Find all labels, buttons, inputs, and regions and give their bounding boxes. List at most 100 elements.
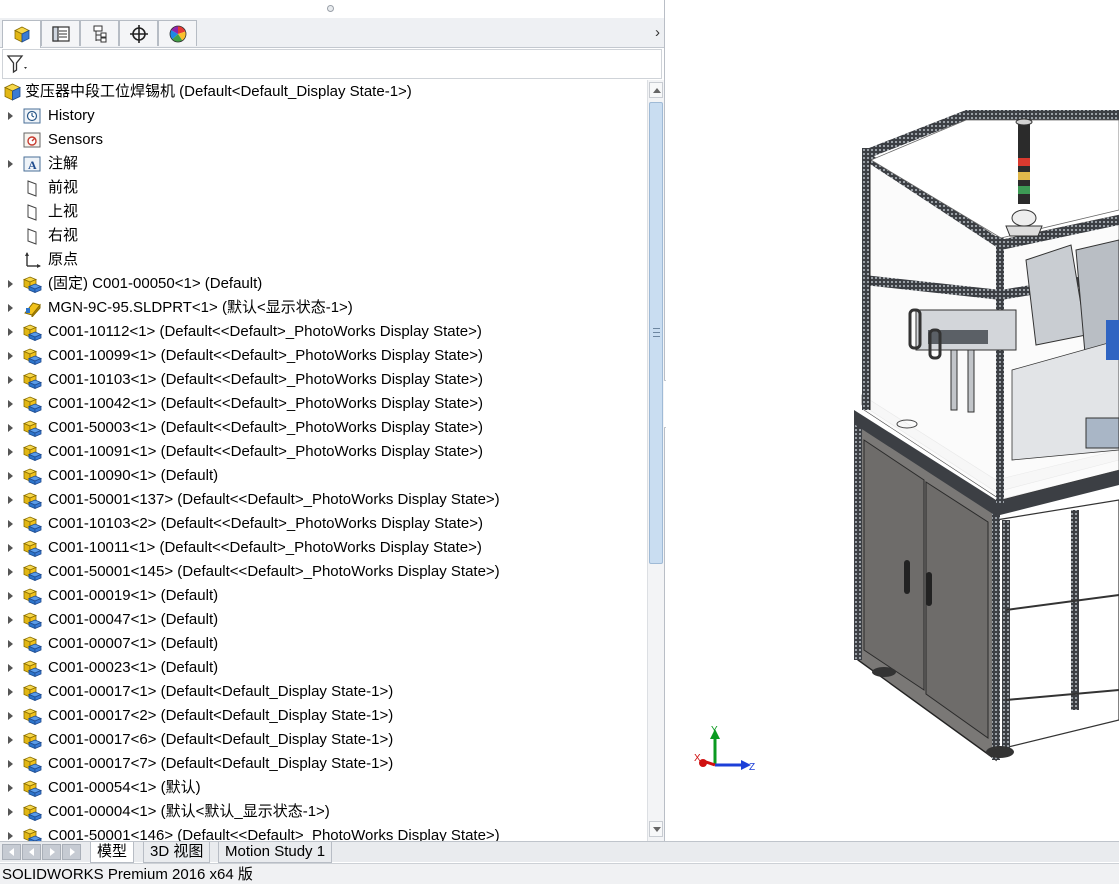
tree-item[interactable]: C001-10112<1> (Default<<Default>_PhotoWo… [0, 320, 647, 344]
tree-item-label: (固定) C001-00050<1> (Default) [48, 275, 263, 292]
expand-arrow-icon[interactable] [6, 782, 14, 794]
expand-arrow-icon[interactable] [6, 446, 14, 458]
scroll-down-button[interactable] [649, 821, 663, 837]
tree-item[interactable]: A 注解 [0, 152, 647, 176]
expand-arrow-icon[interactable] [6, 542, 14, 554]
tree-item[interactable]: C001-00017<2> (Default<Default_Display S… [0, 704, 647, 728]
tree-item[interactable]: C001-10099<1> (Default<<Default>_PhotoWo… [0, 344, 647, 368]
subassembly-icon [22, 755, 43, 774]
tree-item-label: C001-10091<1> (Default<<Default>_PhotoWo… [48, 443, 483, 460]
expand-arrow-icon[interactable] [6, 350, 14, 362]
property-manager-tab[interactable] [41, 20, 80, 46]
tree-item[interactable]: C001-00054<1> (默认) [0, 776, 647, 800]
tree-filter-box[interactable] [2, 49, 662, 79]
expand-arrow-icon[interactable] [6, 614, 14, 626]
expand-arrow-icon[interactable] [6, 710, 14, 722]
tree-item[interactable]: (固定) C001-00050<1> (Default) [0, 272, 647, 296]
plane-icon [23, 203, 42, 221]
history-icon [23, 107, 42, 125]
expand-arrow-icon[interactable] [6, 398, 14, 410]
expand-arrow-icon[interactable] [6, 158, 14, 170]
expand-arrow-icon[interactable] [6, 422, 14, 434]
scroll-up-button[interactable] [649, 82, 663, 98]
tree-item-label: C001-10103<2> (Default<<Default>_PhotoWo… [48, 515, 483, 532]
expand-arrow-icon[interactable] [6, 662, 14, 674]
annotation-icon: A [23, 155, 42, 173]
expand-arrow-icon[interactable] [6, 278, 14, 290]
scrollbar-thumb[interactable] [649, 102, 663, 564]
tree-item[interactable]: C001-50001<146> (Default<<Default>_Photo… [0, 824, 647, 841]
tree-vertical-scrollbar[interactable] [647, 80, 664, 841]
expand-arrow-icon[interactable] [6, 686, 14, 698]
expand-arrow-icon[interactable] [6, 302, 14, 314]
machine-3d-model[interactable] [666, 0, 1119, 841]
tree-item[interactable]: C001-00017<6> (Default<Default_Display S… [0, 728, 647, 752]
tree-item[interactable]: C001-10103<1> (Default<<Default>_PhotoWo… [0, 368, 647, 392]
tree-item[interactable]: Sensors [0, 128, 647, 152]
subassembly-icon [22, 371, 43, 390]
tree-item[interactable]: C001-50001<137> (Default<<Default>_Photo… [0, 488, 647, 512]
tree-item-label: 右视 [48, 227, 79, 244]
tree-item[interactable]: C001-50001<145> (Default<<Default>_Photo… [0, 560, 647, 584]
configuration-manager-tab[interactable] [80, 20, 119, 46]
tree-item[interactable]: 上视 [0, 200, 647, 224]
subassembly-icon [22, 827, 43, 841]
origin-icon [23, 251, 42, 269]
expand-arrow-icon[interactable] [6, 110, 14, 122]
dimxpert-manager-tab[interactable] [119, 20, 158, 46]
tree-item[interactable]: C001-00017<7> (Default<Default_Display S… [0, 752, 647, 776]
featuremanager-design-tree-tab[interactable] [2, 20, 41, 48]
expand-arrow-icon[interactable] [6, 830, 14, 841]
expand-tabs-chevron-icon[interactable]: › [655, 24, 660, 41]
expand-arrow-icon[interactable] [6, 758, 14, 770]
tree-item[interactable]: 右视 [0, 224, 647, 248]
expand-arrow-icon[interactable] [6, 638, 14, 650]
tree-item[interactable]: C001-00019<1> (Default) [0, 584, 647, 608]
tree-item[interactable]: History [0, 104, 647, 128]
tree-item-label: C001-00047<1> (Default) [48, 611, 219, 628]
expand-arrow-icon[interactable] [6, 566, 14, 578]
expand-arrow-icon[interactable] [6, 326, 14, 338]
pane-splitter-handle[interactable] [327, 5, 334, 12]
tab-3d-view[interactable]: 3D 视图 [143, 842, 211, 863]
last-tab-nav-button[interactable] [62, 844, 81, 860]
tree-item-label: C001-00054<1> (默认) [48, 779, 201, 796]
tree-item[interactable]: C001-00004<1> (默认<默认_显示状态-1>) [0, 800, 647, 824]
tree-item[interactable]: C001-10011<1> (Default<<Default>_PhotoWo… [0, 536, 647, 560]
tree-item[interactable]: MGN-9C-95.SLDPRT<1> (默认<显示状态-1>) [0, 296, 647, 320]
tree-item-label: C001-50003<1> (Default<<Default>_PhotoWo… [48, 419, 483, 436]
display-manager-tab[interactable] [158, 20, 197, 46]
tree-item[interactable]: C001-00007<1> (Default) [0, 632, 647, 656]
tree-item[interactable]: C001-00023<1> (Default) [0, 656, 647, 680]
tree-root-item[interactable]: 变压器中段工位焊锡机 (Default<Default_Display Stat… [0, 80, 647, 104]
tree-item[interactable]: C001-10042<1> (Default<<Default>_PhotoWo… [0, 392, 647, 416]
tree-item[interactable]: 原点 [0, 248, 647, 272]
first-tab-nav-button[interactable] [2, 844, 21, 860]
expand-arrow-icon[interactable] [6, 806, 14, 818]
bottom-tab-strip: 模型 3D 视图 Motion Study 1 [0, 841, 1119, 863]
tree-item[interactable]: C001-50003<1> (Default<<Default>_PhotoWo… [0, 416, 647, 440]
tab-motion-study[interactable]: Motion Study 1 [218, 842, 333, 863]
scroll-grip-icon [653, 328, 660, 337]
expand-arrow-icon[interactable] [6, 590, 14, 602]
tree-item[interactable]: C001-10090<1> (Default) [0, 464, 647, 488]
subassembly-icon [22, 491, 43, 510]
expand-arrow-icon[interactable] [6, 734, 14, 746]
tree-item[interactable]: C001-00017<1> (Default<Default_Display S… [0, 680, 647, 704]
prev-tab-nav-button[interactable] [22, 844, 41, 860]
tree-item[interactable]: C001-10103<2> (Default<<Default>_PhotoWo… [0, 512, 647, 536]
expand-arrow-icon[interactable] [6, 518, 14, 530]
filter-funnel-icon[interactable] [6, 54, 30, 74]
tab-model[interactable]: 模型 [90, 842, 135, 863]
tree-item[interactable]: 前视 [0, 176, 647, 200]
graphics-viewport[interactable]: Y X Z [666, 0, 1119, 841]
next-tab-nav-button[interactable] [42, 844, 61, 860]
expand-arrow-icon[interactable] [6, 494, 14, 506]
expand-arrow-icon[interactable] [6, 470, 14, 482]
expand-arrow-icon[interactable] [6, 374, 14, 386]
tree-item[interactable]: C001-00047<1> (Default) [0, 608, 647, 632]
subassembly-icon [22, 419, 43, 438]
tree-item-label: C001-00017<6> (Default<Default_Display S… [48, 731, 394, 748]
triad-x-label: X [694, 753, 701, 764]
tree-item[interactable]: C001-10091<1> (Default<<Default>_PhotoWo… [0, 440, 647, 464]
